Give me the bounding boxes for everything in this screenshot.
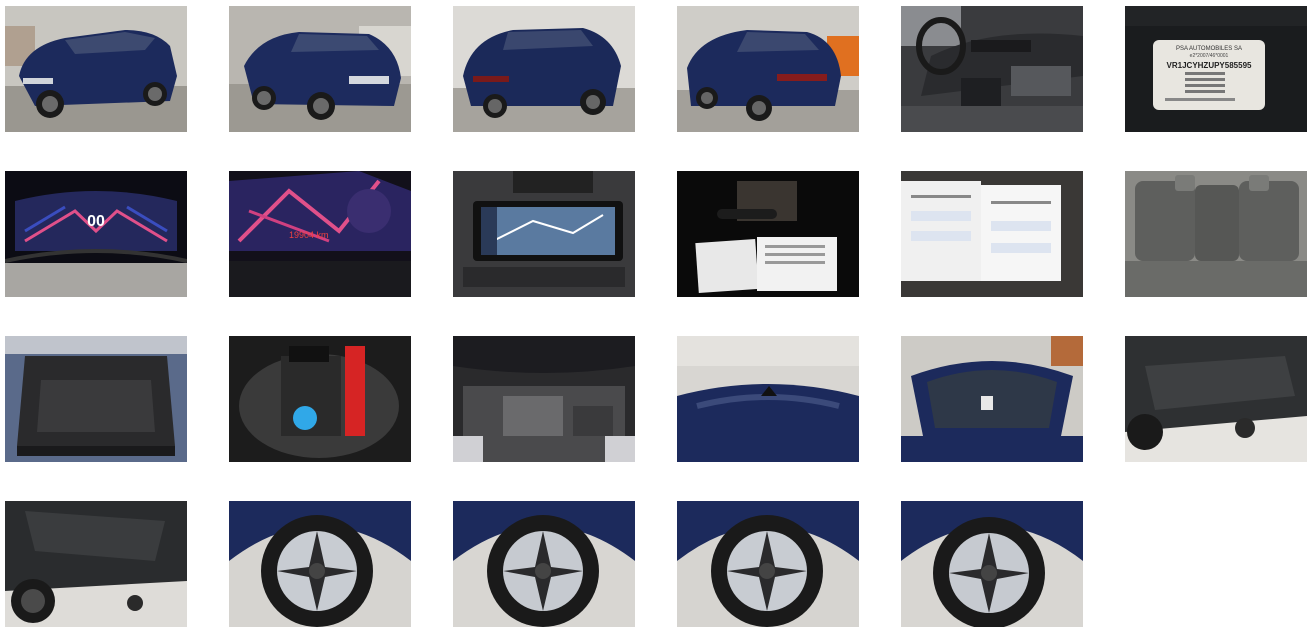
- photo-underbody-front[interactable]: [1125, 336, 1307, 462]
- photo-vin-plate[interactable]: PSA AUTOMOBILES SA e2*2007/46*0001 VR1JC…: [1125, 6, 1307, 132]
- photo-roof[interactable]: [677, 336, 859, 462]
- photo-engine-bay[interactable]: [453, 336, 635, 462]
- photo-front-left-exterior[interactable]: [5, 6, 187, 132]
- car-front-right-image: [229, 6, 411, 132]
- photo-keys-and-manuals[interactable]: [677, 171, 859, 297]
- photo-wheel-rear-right[interactable]: [901, 501, 1083, 627]
- vin-plate-line1: PSA AUTOMOBILES SA: [1176, 46, 1242, 52]
- photo-dashboard-interior[interactable]: [901, 6, 1083, 132]
- windshield-image: [901, 336, 1083, 462]
- photo-gallery: PSA AUTOMOBILES SA e2*2007/46*0001 VR1JC…: [5, 6, 1307, 627]
- roof-image: [677, 336, 859, 462]
- photo-instrument-cluster[interactable]: 00: [5, 171, 187, 297]
- vin-number: VR1JCYHZUPY585595: [1167, 61, 1252, 70]
- empty-grid-cell: [1125, 501, 1307, 627]
- trunk-image: [5, 336, 187, 462]
- photo-spare-wheel-well[interactable]: [229, 336, 411, 462]
- photo-trunk[interactable]: [5, 336, 187, 462]
- photo-rear-left-exterior[interactable]: [453, 6, 635, 132]
- wheel-rear-left-image: [677, 501, 859, 627]
- photo-underbody-rear[interactable]: [5, 501, 187, 627]
- odometer-reading: 19904 km: [289, 230, 329, 240]
- keys-manuals-image: [677, 171, 859, 297]
- photo-instrument-cluster-odometer[interactable]: 19904 km: [229, 171, 411, 297]
- underbody-front-image: [1125, 336, 1307, 462]
- instrument-cluster-image: 00: [5, 171, 187, 297]
- wheel-front-left-image: [229, 501, 411, 627]
- infotainment-image: [453, 171, 635, 297]
- spare-wheel-image: [229, 336, 411, 462]
- engine-bay-image: [453, 336, 635, 462]
- car-rear-left-image: [453, 6, 635, 132]
- photo-infotainment-screen[interactable]: [453, 171, 635, 297]
- photo-service-documents[interactable]: [901, 171, 1083, 297]
- photo-wheel-front-right[interactable]: [453, 501, 635, 627]
- vin-plate-line2: e2*2007/46*0001: [1190, 53, 1229, 59]
- photo-front-right-exterior[interactable]: [229, 6, 411, 132]
- underbody-rear-image: [5, 501, 187, 627]
- photo-rear-seats[interactable]: [1125, 171, 1307, 297]
- cluster-speed: 00: [87, 213, 105, 230]
- photo-wheel-front-left[interactable]: [229, 501, 411, 627]
- dashboard-image: [901, 6, 1083, 132]
- photo-windshield[interactable]: [901, 336, 1083, 462]
- photo-rear-right-exterior[interactable]: [677, 6, 859, 132]
- wheel-front-right-image: [453, 501, 635, 627]
- photo-wheel-rear-left[interactable]: [677, 501, 859, 627]
- wheel-rear-right-image: [901, 501, 1083, 627]
- car-front-left-image: [5, 6, 187, 132]
- odometer-image: 19904 km: [229, 171, 411, 297]
- car-rear-right-image: [677, 6, 859, 132]
- rear-seats-image: [1125, 171, 1307, 297]
- service-documents-image: [901, 171, 1083, 297]
- vin-plate-image: PSA AUTOMOBILES SA e2*2007/46*0001 VR1JC…: [1125, 6, 1307, 132]
